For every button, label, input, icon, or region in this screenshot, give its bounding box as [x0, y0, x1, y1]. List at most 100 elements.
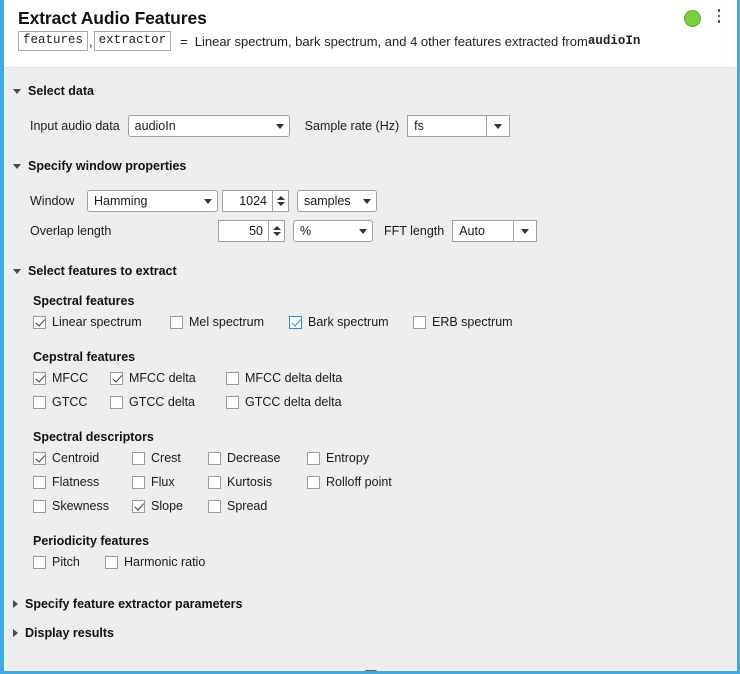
checkbox-label: Entropy: [326, 451, 369, 465]
checkbox-rolloff-point[interactable]: Rolloff point: [307, 475, 392, 489]
checkbox-mel-spectrum[interactable]: Mel spectrum: [170, 315, 264, 329]
checkbox-mfcc[interactable]: MFCC: [33, 371, 88, 385]
checkbox-box-icon: [132, 452, 145, 465]
chevron-down-icon: [365, 670, 377, 674]
checkbox-erb-spectrum[interactable]: ERB spectrum: [413, 315, 513, 329]
fft-length-dropdown-button[interactable]: [513, 221, 536, 241]
input-audio-data-dropdown[interactable]: audioIn: [128, 115, 290, 137]
checkbox-label: Decrease: [227, 451, 281, 465]
checkbox-gtcc[interactable]: GTCC: [33, 395, 87, 409]
checkbox-box-icon: [413, 316, 426, 329]
equals-sign: =: [171, 34, 195, 49]
section-header-select-data[interactable]: Select data: [4, 81, 737, 101]
group-cepstral-features: MFCC MFCC delta MFCC delta delta GTCC GT…: [4, 371, 737, 419]
input-audio-data-value: audioIn: [135, 119, 176, 133]
checkbox-skewness[interactable]: Skewness: [33, 499, 109, 513]
overlap-units-dropdown[interactable]: %: [293, 220, 373, 242]
checkbox-label: GTCC: [52, 395, 87, 409]
checkbox-label: Flux: [151, 475, 175, 489]
group-title-spectral-descriptors: Spectral descriptors: [4, 430, 737, 444]
label-input-audio-data: Input audio data: [30, 119, 120, 133]
chevron-down-icon: [13, 164, 21, 169]
checkbox-label: ERB spectrum: [432, 315, 513, 329]
row-overlap: Overlap length 50 % FFT length Auto: [4, 220, 737, 242]
checkbox-gtcc-delta-delta[interactable]: GTCC delta delta: [226, 395, 342, 409]
checkbox-slope[interactable]: Slope: [132, 499, 183, 513]
section-label-select-features: Select features to extract: [28, 264, 177, 278]
checkbox-label: GTCC delta delta: [245, 395, 342, 409]
checkbox-flux[interactable]: Flux: [132, 475, 175, 489]
checkbox-label: Mel spectrum: [189, 315, 264, 329]
page-title: Extract Audio Features: [4, 0, 737, 29]
stepper-up-icon[interactable]: [273, 226, 281, 230]
checkbox-box-icon: [110, 372, 123, 385]
checkbox-mfcc-delta[interactable]: MFCC delta: [110, 371, 196, 385]
fft-length-value: Auto: [453, 221, 513, 241]
window-type-dropdown[interactable]: Hamming: [87, 190, 218, 212]
chevron-down-icon: [363, 199, 371, 204]
section-header-display-results[interactable]: Display results: [4, 623, 737, 643]
fft-length-dropdown[interactable]: Auto: [452, 220, 537, 242]
stepper-down-icon[interactable]: [273, 232, 281, 236]
checkbox-harmonic-ratio[interactable]: Harmonic ratio: [105, 555, 205, 569]
sample-rate-value: fs: [408, 116, 486, 136]
collapse-task-button[interactable]: [4, 670, 737, 674]
section-label-display-results: Display results: [25, 626, 114, 640]
stepper-down-icon[interactable]: [277, 202, 285, 206]
checkbox-label: Centroid: [52, 451, 99, 465]
output-variable-features[interactable]: features: [18, 31, 88, 51]
group-title-cepstral-features: Cepstral features: [4, 350, 737, 364]
stepper-up-icon[interactable]: [277, 196, 285, 200]
section-header-select-features[interactable]: Select features to extract: [4, 261, 737, 281]
checkbox-entropy[interactable]: Entropy: [307, 451, 369, 465]
group-periodicity-features: Pitch Harmonic ratio: [4, 555, 737, 579]
output-variable-extractor[interactable]: extractor: [94, 31, 172, 51]
checkbox-box-icon: [33, 500, 46, 513]
overlap-length-spinner[interactable]: 50: [218, 220, 285, 242]
checkbox-box-icon: [105, 556, 118, 569]
overlap-length-value[interactable]: 50: [219, 221, 268, 241]
checkbox-crest[interactable]: Crest: [132, 451, 181, 465]
checkbox-box-icon: [33, 556, 46, 569]
checkbox-box-icon: [208, 476, 221, 489]
checkbox-pitch[interactable]: Pitch: [33, 555, 80, 569]
checkbox-centroid[interactable]: Centroid: [33, 451, 99, 465]
checkbox-label: Slope: [151, 499, 183, 513]
checkbox-label: MFCC delta: [129, 371, 196, 385]
window-length-spinner[interactable]: 1024: [222, 190, 289, 212]
chevron-down-icon: [13, 269, 21, 274]
window-length-stepper[interactable]: [272, 191, 288, 211]
section-label-extractor-parameters: Specify feature extractor parameters: [25, 597, 242, 611]
checkbox-box-icon: [170, 316, 183, 329]
checkbox-label: Harmonic ratio: [124, 555, 205, 569]
overlap-length-stepper[interactable]: [268, 221, 284, 241]
kebab-menu-icon[interactable]: [712, 9, 726, 27]
checkbox-decrease[interactable]: Decrease: [208, 451, 281, 465]
checkbox-box-icon: [33, 316, 46, 329]
checkbox-label: MFCC: [52, 371, 88, 385]
chevron-right-icon: [13, 600, 18, 608]
section-label-window-properties: Specify window properties: [28, 159, 186, 173]
checkbox-spread[interactable]: Spread: [208, 499, 267, 513]
sample-rate-dropdown-button[interactable]: [486, 116, 509, 136]
label-fft-length: FFT length: [384, 224, 444, 238]
checkbox-label: Flatness: [52, 475, 99, 489]
window-length-value[interactable]: 1024: [223, 191, 272, 211]
row-window: Window Hamming 1024 samples: [4, 190, 737, 212]
checkbox-bark-spectrum[interactable]: Bark spectrum: [289, 315, 389, 329]
checkbox-label: Pitch: [52, 555, 80, 569]
checkbox-label: GTCC delta: [129, 395, 195, 409]
checkbox-box-icon: [132, 500, 145, 513]
checkbox-mfcc-delta-delta[interactable]: MFCC delta delta: [226, 371, 342, 385]
group-title-periodicity-features: Periodicity features: [4, 534, 737, 548]
chevron-down-icon: [13, 89, 21, 94]
section-header-extractor-parameters[interactable]: Specify feature extractor parameters: [4, 594, 737, 614]
section-header-window-properties[interactable]: Specify window properties: [4, 156, 737, 176]
sample-rate-dropdown[interactable]: fs: [407, 115, 510, 137]
checkbox-linear-spectrum[interactable]: Linear spectrum: [33, 315, 142, 329]
window-units-dropdown[interactable]: samples: [297, 190, 377, 212]
checkbox-flatness[interactable]: Flatness: [33, 475, 99, 489]
chevron-down-icon: [276, 124, 284, 129]
checkbox-kurtosis[interactable]: Kurtosis: [208, 475, 272, 489]
checkbox-gtcc-delta[interactable]: GTCC delta: [110, 395, 195, 409]
